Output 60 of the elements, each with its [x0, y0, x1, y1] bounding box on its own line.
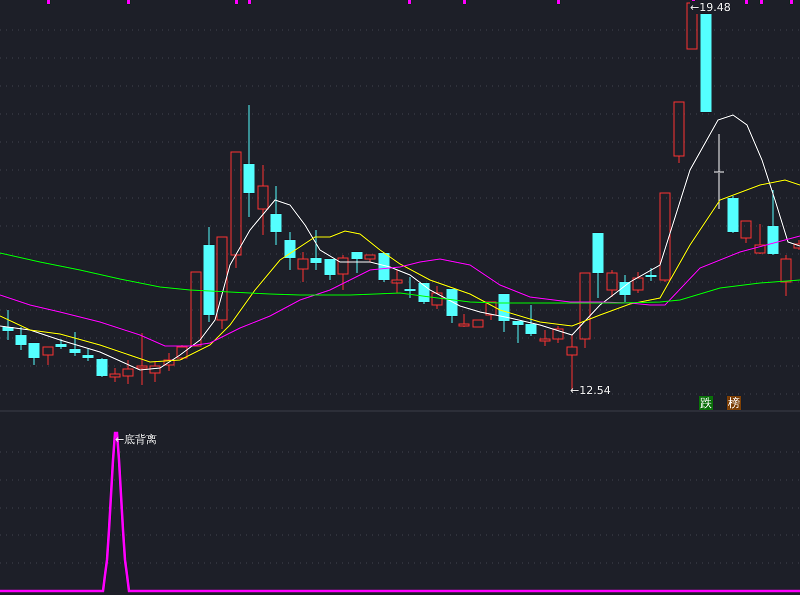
tick-mark: [745, 0, 748, 4]
signal-tag: 跌: [699, 396, 713, 410]
tick-mark: [47, 0, 50, 4]
candlestick: [592, 232, 604, 298]
candlestick: [136, 332, 148, 386]
candlestick: [258, 164, 268, 236]
tick-mark: [790, 0, 793, 4]
candlestick: [42, 346, 54, 366]
candlestick: [486, 302, 496, 320]
candlestick: [740, 220, 752, 244]
candlestick: [392, 270, 402, 294]
candlestick: [56, 338, 66, 350]
candlestick: [512, 320, 524, 344]
candlestick: [632, 272, 644, 294]
tick-mark: [557, 0, 560, 4]
candlestick: [352, 252, 362, 274]
candlestick: [606, 270, 618, 298]
tick-mark: [760, 0, 763, 4]
candlestick: [324, 258, 336, 280]
candlestick: [432, 286, 442, 310]
candlestick: [794, 240, 800, 250]
tick-mark: [127, 0, 130, 4]
candlestick: [270, 186, 282, 246]
candlestick: [176, 344, 188, 360]
candlestick: [364, 254, 376, 262]
candlestick: [28, 342, 40, 366]
candlestick: [164, 352, 174, 372]
tick-mark: [248, 0, 251, 4]
candlestick: [754, 224, 766, 254]
high-price-label: ←19.48: [690, 1, 731, 14]
signal-tag: 榜: [727, 396, 741, 410]
candlestick: [96, 358, 108, 378]
candlestick: [404, 276, 416, 298]
tick-mark: [463, 0, 466, 4]
candlestick: [16, 326, 26, 350]
candlestick: [284, 232, 296, 270]
candlestick: [540, 330, 550, 346]
candlestick: [378, 252, 390, 282]
low-price-label: ←12.54: [570, 384, 611, 397]
tick-mark: [235, 0, 238, 4]
candlestick: [110, 368, 120, 382]
candlestick: [338, 254, 348, 290]
candlestick: [728, 196, 738, 234]
candlestick: [768, 190, 778, 256]
candlestick: [552, 326, 564, 344]
tick-mark: [408, 0, 411, 4]
candlestick: [780, 254, 792, 296]
candlestick: [82, 348, 94, 362]
candlestick: [620, 274, 630, 302]
candlestick: [150, 362, 160, 382]
candlestick: [526, 304, 536, 336]
candlestick: [646, 268, 656, 282]
candlestick: [298, 252, 308, 282]
candlestick: [674, 102, 684, 164]
candlestick: [2, 310, 14, 340]
candlestick: [310, 230, 322, 270]
candlestick: [70, 332, 80, 356]
candlestick: [498, 294, 510, 332]
candlestick: [122, 360, 134, 384]
candlestick: [472, 320, 484, 328]
